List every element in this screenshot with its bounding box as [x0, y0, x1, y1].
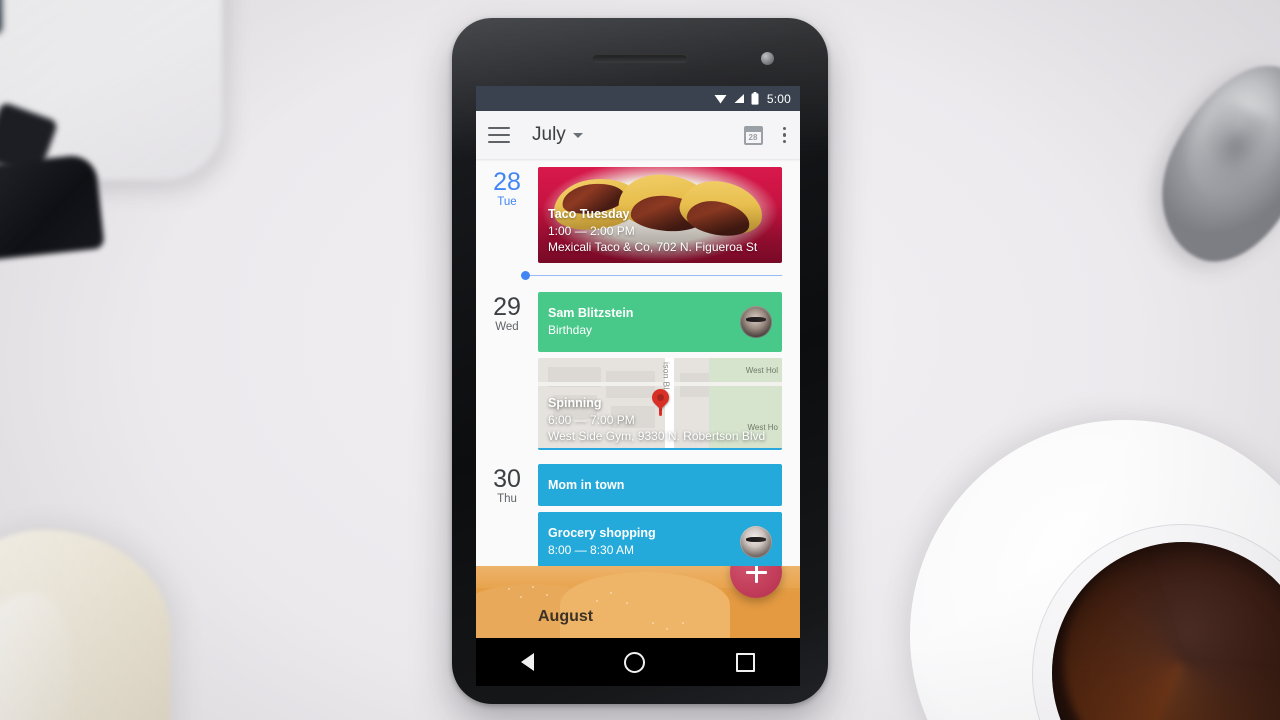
event-card-grocery-shopping[interactable]: Grocery shopping 8:00 — 8:30 AM	[538, 512, 782, 572]
phone-screen: 5:00 July 28 28 Tue Taco Tuesday 1:00 — …	[476, 86, 800, 638]
agenda-day-29: 29 Wed Sam Blitzstein Birthday ison Bl W…	[476, 284, 800, 456]
event-title: Grocery shopping	[548, 526, 656, 541]
event-text: Sam Blitzstein Birthday	[548, 305, 732, 338]
event-location: Mexicali Taco & Co, 702 N. Figueroa St	[548, 239, 758, 254]
contact-avatar	[740, 526, 772, 558]
page-title: July	[532, 124, 566, 145]
event-text: Taco Tuesday 1:00 — 2:00 PM Mexicali Tac…	[538, 206, 767, 263]
agenda-list[interactable]: 28 Tue Taco Tuesday 1:00 — 2:00 PM Mexic…	[476, 159, 800, 638]
calendar-today-number: 28	[748, 132, 758, 142]
back-icon[interactable]	[521, 653, 535, 671]
month-banner-label: August	[538, 608, 594, 625]
event-text: Mom in town	[548, 477, 772, 494]
event-card-mom-in-town[interactable]: Mom in town	[538, 464, 782, 506]
day-label-29: 29 Wed	[476, 292, 538, 456]
month-banner-august[interactable]: August	[476, 566, 800, 638]
month-title-dropdown[interactable]: July	[532, 124, 583, 146]
event-location: West Side Gym, 9330 N. Robertson Blvd	[548, 428, 766, 443]
calendar-today-icon[interactable]: 28	[743, 125, 763, 145]
event-text: Spinning 6:00 — 7:00 PM West Side Gym, 9…	[538, 395, 775, 450]
day-number: 29	[493, 293, 521, 321]
chevron-down-icon	[572, 132, 583, 138]
event-card-spinning[interactable]: ison Bl West Hol West Ho Spinning 6:00 —…	[538, 358, 782, 450]
map-road-horizontal	[538, 381, 782, 386]
contact-avatar	[740, 306, 772, 338]
agenda-day-28: 28 Tue Taco Tuesday 1:00 — 2:00 PM Mexic…	[476, 159, 800, 269]
battery-icon	[751, 92, 759, 105]
hamburger-menu-icon[interactable]	[488, 127, 510, 143]
status-bar: 5:00	[476, 86, 800, 111]
current-time-indicator	[476, 271, 800, 280]
status-bar-time: 5:00	[766, 91, 791, 106]
more-vertical-icon[interactable]	[781, 125, 789, 146]
event-title: Taco Tuesday	[548, 206, 630, 221]
day-label-30: 30 Thu	[476, 464, 538, 578]
event-title: Spinning	[548, 395, 602, 410]
event-time: 8:00 — 8:30 AM	[548, 543, 635, 558]
banner-dune-2	[560, 572, 730, 638]
event-title: Sam Blitzstein	[548, 306, 634, 321]
event-subtitle: Birthday	[548, 323, 593, 338]
app-bar: July 28	[476, 111, 800, 159]
event-underline	[538, 448, 782, 450]
event-text: Grocery shopping 8:00 — 8:30 AM	[548, 525, 732, 558]
day-weekday: Wed	[495, 321, 519, 334]
day-events: Sam Blitzstein Birthday ison Bl West Hol…	[538, 292, 800, 456]
day-weekday: Tue	[497, 196, 517, 209]
day-events: Mom in town Grocery shopping 8:00 — 8:30…	[538, 464, 800, 578]
recents-icon[interactable]	[735, 652, 755, 672]
smartphone: 5:00 July 28 28 Tue Taco Tuesday 1:00 — …	[452, 18, 828, 704]
android-nav-bar	[476, 638, 800, 686]
map-street-label: ison Bl	[661, 362, 672, 390]
home-icon[interactable]	[624, 651, 646, 673]
agenda-day-30: 30 Thu Mom in town Grocery shopping 8:00…	[476, 456, 800, 578]
day-number: 30	[493, 465, 521, 493]
event-time: 6:00 — 7:00 PM	[548, 412, 635, 427]
wifi-icon	[714, 93, 727, 104]
event-time: 1:00 — 2:00 PM	[548, 223, 635, 238]
day-number: 28	[493, 168, 521, 196]
desk-scene: 5:00 July 28 28 Tue Taco Tuesday 1:00 — …	[0, 0, 1280, 720]
event-title: Mom in town	[548, 477, 625, 492]
front-camera	[761, 52, 774, 65]
day-label-28: 28 Tue	[476, 167, 538, 269]
day-events: Taco Tuesday 1:00 — 2:00 PM Mexicali Tac…	[538, 167, 800, 269]
earpiece-speaker	[592, 54, 688, 63]
day-weekday: Thu	[497, 493, 517, 506]
signal-icon	[733, 93, 745, 104]
map-area-label-1: West Hol	[745, 366, 778, 375]
current-time-line	[530, 274, 782, 277]
event-card-birthday[interactable]: Sam Blitzstein Birthday	[538, 292, 782, 352]
current-time-dot	[521, 271, 530, 280]
event-card-taco-tuesday[interactable]: Taco Tuesday 1:00 — 2:00 PM Mexicali Tac…	[538, 167, 782, 263]
